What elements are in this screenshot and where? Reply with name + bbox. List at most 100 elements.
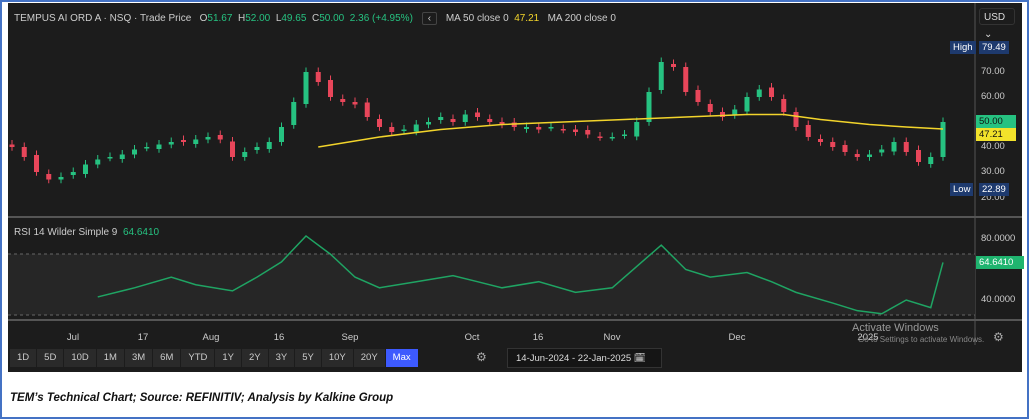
candle xyxy=(156,140,162,153)
candle xyxy=(340,94,346,106)
open-value: 51.67 xyxy=(207,13,233,24)
candle xyxy=(499,117,505,129)
candle xyxy=(867,150,872,161)
candle xyxy=(426,117,431,129)
candle xyxy=(389,122,395,136)
candle xyxy=(597,132,603,141)
range-button-1m[interactable]: 1M xyxy=(96,349,124,367)
ma50-value: 47.21 xyxy=(514,13,540,24)
range-button-5y[interactable]: 5Y xyxy=(295,349,321,367)
range-button-10y[interactable]: 10Y xyxy=(321,349,353,367)
rsi-value: 64.6410 xyxy=(122,227,160,238)
range-button-2y[interactable]: 2Y xyxy=(241,349,268,367)
x-tick: Aug xyxy=(202,332,220,343)
candle xyxy=(487,114,493,126)
rsi-label: RSI 14 Wilder Simple 9 xyxy=(14,227,118,238)
candle xyxy=(242,147,248,161)
range-button-3m[interactable]: 3M xyxy=(124,349,153,367)
candle xyxy=(279,122,284,146)
candle xyxy=(119,150,125,163)
candle xyxy=(928,152,934,168)
candle xyxy=(585,125,591,139)
range-buttons: 1D 5D 10D 1M 3M 6M YTD 1Y 2Y 3Y 5Y 10Y 20Y Max xyxy=(10,349,419,367)
candle xyxy=(205,132,211,144)
ma50-label: MA 50 close 0 xyxy=(445,13,509,24)
candle xyxy=(95,155,101,169)
candle xyxy=(401,125,407,134)
date-range-picker[interactable]: 14-Jun-2024 - 22-Jan-2025 🗓 xyxy=(507,348,662,368)
candle xyxy=(818,134,823,146)
candle xyxy=(903,137,909,156)
candle xyxy=(744,92,750,116)
candle xyxy=(891,137,897,156)
range-settings-icon[interactable]: ⚙ xyxy=(476,350,487,364)
candle xyxy=(769,83,774,101)
close-value: 50.00 xyxy=(319,13,345,24)
collapse-legend-button[interactable]: ‹ xyxy=(421,12,438,25)
candle xyxy=(609,132,615,141)
candle xyxy=(536,122,542,134)
candle xyxy=(46,169,52,184)
candle xyxy=(168,137,174,149)
candle xyxy=(462,110,468,126)
caption: TEM’s Technical Chart; Source: REFINITIV… xyxy=(10,392,394,404)
candle xyxy=(217,130,223,144)
rsi-tick: 40.0000 xyxy=(981,294,1016,305)
candle xyxy=(707,99,713,116)
price-legend: TEMPUS AI ORD A · NSQ · Trade Price O51.… xyxy=(14,12,616,25)
price-tick: 70.00 xyxy=(981,66,1005,77)
candle xyxy=(266,137,272,153)
range-button-10d[interactable]: 10D xyxy=(64,349,96,367)
candle xyxy=(560,124,566,134)
candle xyxy=(695,85,701,106)
candle xyxy=(622,130,627,139)
candle xyxy=(879,145,885,157)
candle xyxy=(756,85,762,101)
rsi-legend: RSI 14 Wilder Simple 9 64.6410 xyxy=(14,227,159,238)
candle xyxy=(438,112,444,124)
rsi-tick: 80.0000 xyxy=(981,233,1016,244)
candle xyxy=(303,67,309,108)
ma200-label: MA 200 close 0 xyxy=(547,13,616,24)
range-button-1d[interactable]: 1D xyxy=(10,349,37,367)
price-tick: 60.00 xyxy=(981,91,1005,102)
candle xyxy=(475,108,480,121)
range-button-1y[interactable]: 1Y xyxy=(215,349,241,367)
range-button-5d[interactable]: 5D xyxy=(37,349,64,367)
candle xyxy=(83,160,88,178)
watermark: Activate Windows xyxy=(852,322,939,334)
range-button-3y[interactable]: 3Y xyxy=(268,349,295,367)
range-button-20y[interactable]: 20Y xyxy=(353,349,385,367)
candle xyxy=(805,120,811,141)
candle xyxy=(940,117,946,161)
settings-icon[interactable]: ⚙ xyxy=(993,330,1004,344)
candle xyxy=(781,94,787,116)
high-tag-label: High xyxy=(950,41,976,54)
candle xyxy=(254,142,260,154)
candle xyxy=(21,142,27,161)
candle xyxy=(854,149,860,161)
change-value: 2.36 (+4.95%) xyxy=(349,13,413,24)
candle xyxy=(671,59,676,71)
currency-select[interactable]: USD ⌄ xyxy=(979,8,1015,40)
ma50-line xyxy=(318,113,944,148)
candle xyxy=(377,114,382,131)
candle xyxy=(132,145,137,159)
range-button-max[interactable]: Max xyxy=(385,349,418,367)
candle xyxy=(634,117,640,141)
candle xyxy=(720,107,725,121)
last-price-tag: 50.00 xyxy=(976,115,1016,128)
candle xyxy=(352,97,358,109)
candle xyxy=(916,145,921,166)
candle xyxy=(34,150,39,176)
low-value: 49.65 xyxy=(281,13,307,24)
x-tick: 16 xyxy=(273,332,285,343)
range-button-ytd[interactable]: YTD xyxy=(181,349,215,367)
candle xyxy=(683,62,689,96)
rsi-tag: 64.6410 xyxy=(976,256,1024,269)
range-button-6m[interactable]: 6M xyxy=(153,349,181,367)
candle xyxy=(646,87,652,126)
candle xyxy=(328,75,333,101)
x-tick: 17 xyxy=(137,332,149,343)
low-tag-label: Low xyxy=(950,183,974,196)
